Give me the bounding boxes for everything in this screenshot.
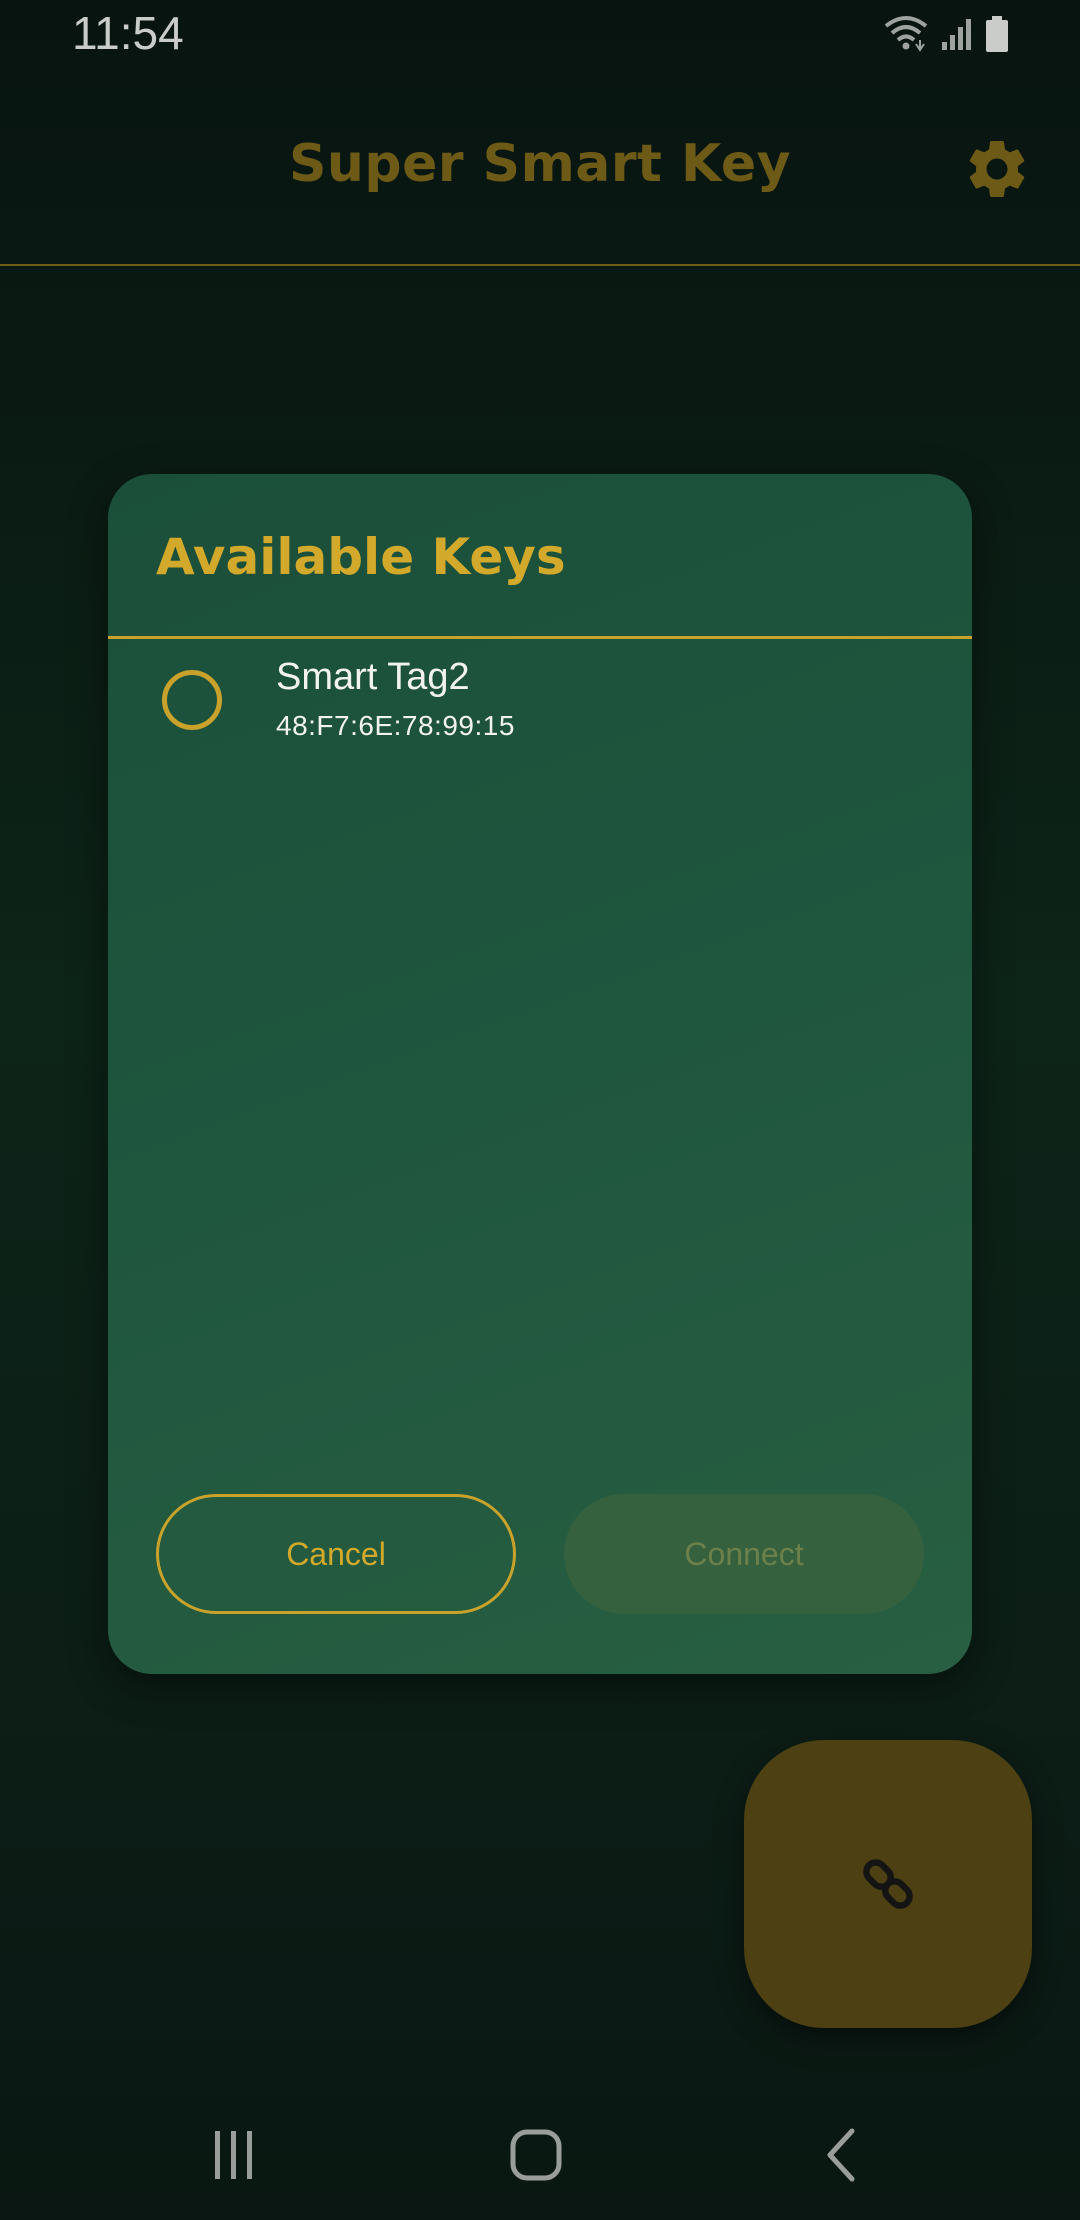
key-address: 48:F7:6E:78:99:15: [276, 710, 515, 741]
settings-button[interactable]: [962, 134, 1032, 204]
recents-button[interactable]: [194, 2120, 274, 2190]
wifi-icon: [882, 14, 930, 58]
dialog-title: Available Keys: [156, 528, 566, 586]
recents-icon: [215, 2131, 252, 2179]
connect-fab[interactable]: [744, 1740, 1032, 2028]
link-icon: [863, 1859, 913, 1909]
dialog-divider: [108, 636, 972, 639]
home-icon: [510, 2129, 562, 2181]
back-button[interactable]: [800, 2120, 880, 2190]
battery-icon: [984, 14, 1010, 58]
navigation-bar: [0, 2090, 1080, 2220]
status-icons: [882, 14, 1010, 58]
available-keys-dialog: Available Keys Smart Tag2 48:F7:6E:78:99…: [108, 474, 972, 1674]
app-bar: Super Smart Key: [0, 72, 1080, 266]
app-title: Super Smart Key: [288, 134, 792, 194]
screen: 11:54 Super Smart Key Available Keys Sma…: [0, 0, 1080, 2220]
connect-button[interactable]: Connect: [564, 1494, 924, 1614]
cancel-button[interactable]: Cancel: [156, 1494, 516, 1614]
back-icon: [827, 2128, 855, 2182]
key-radio-button[interactable]: [162, 670, 222, 730]
gear-icon: [969, 140, 1025, 197]
home-button[interactable]: [496, 2120, 576, 2190]
key-list-item[interactable]: Smart Tag2 48:F7:6E:78:99:15: [108, 656, 972, 770]
signal-icon: [940, 16, 974, 56]
status-time: 11:54: [72, 7, 184, 59]
status-bar: 11:54: [0, 0, 1080, 72]
key-name: Smart Tag2: [276, 656, 470, 698]
